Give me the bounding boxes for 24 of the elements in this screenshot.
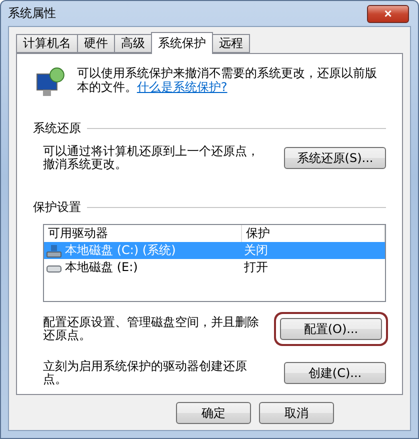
action-button[interactable]: 创建(C)... <box>284 362 386 384</box>
tab[interactable]: 高级 <box>114 34 152 53</box>
restore-description: 可以通过将计算机还原到上一个还原点，撤消系统更改。 <box>43 145 260 171</box>
action-description: 配置还原设置、管理磁盘空间，并且删除还原点。 <box>43 316 260 342</box>
drive-row[interactable]: 本地磁盘 (E:) 打开 <box>44 259 385 276</box>
action-description: 立刻为启用系统保护的驱动器创建还原点。 <box>43 360 248 386</box>
system-drive-icon <box>46 244 62 258</box>
drive-name: 本地磁盘 (E:) <box>65 259 138 276</box>
tab[interactable]: 计算机名 <box>16 34 78 53</box>
protection-status: 关闭 <box>244 242 268 259</box>
protection-status: 打开 <box>244 259 268 276</box>
close-button[interactable]: × <box>367 4 409 22</box>
tab[interactable]: 远程 <box>212 34 250 53</box>
drive-name: 本地磁盘 (C:) (系统) <box>65 242 176 259</box>
system-restore-button[interactable]: 系统还原(S)... <box>284 147 386 169</box>
intro-text: 可以使用系统保护来撤消不需要的系统更改，还原以前版本的文件。什么是系统保护? <box>76 66 378 94</box>
tab[interactable]: 系统保护 <box>151 32 213 54</box>
tab[interactable]: 硬件 <box>77 34 115 53</box>
window-title: 系统属性 <box>8 5 56 22</box>
help-link[interactable]: 什么是系统保护? <box>136 80 228 94</box>
group-title: 保护设置 <box>33 199 81 216</box>
dialog-button[interactable]: 确定 <box>176 402 251 424</box>
dialog-button[interactable]: 取消 <box>259 402 334 424</box>
group-title: 系统还原 <box>33 120 81 137</box>
